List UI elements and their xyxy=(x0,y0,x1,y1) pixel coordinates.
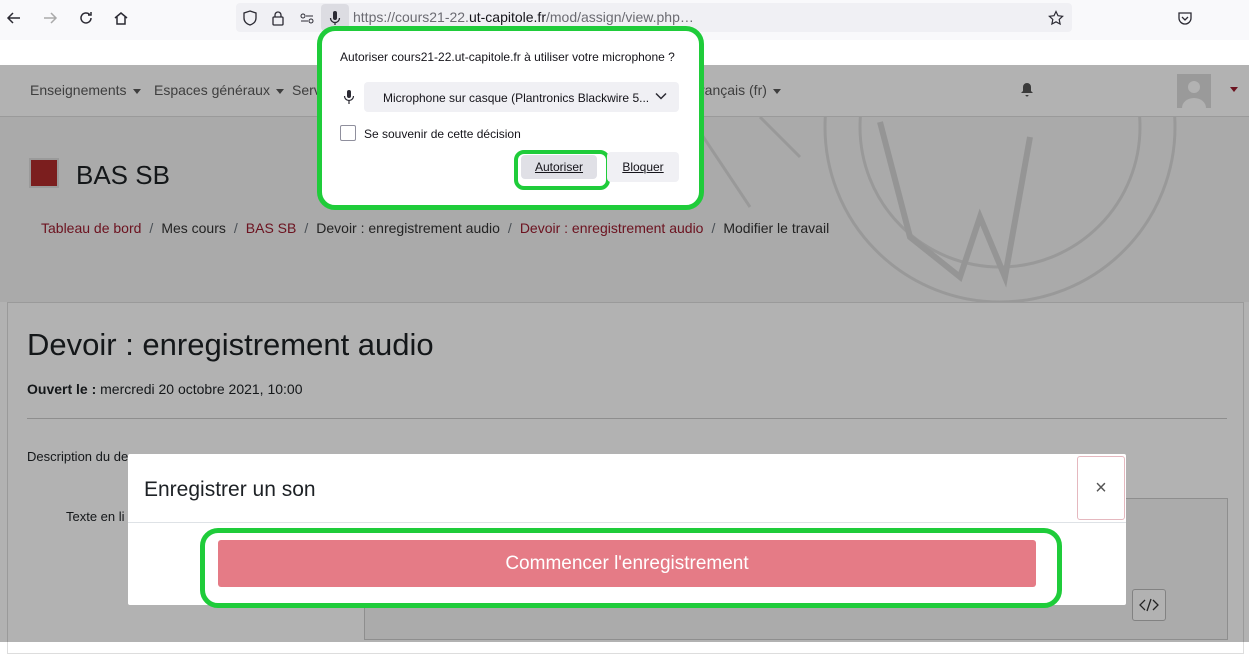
home-icon[interactable] xyxy=(109,6,133,30)
remember-label: Se souvenir de cette décision xyxy=(364,127,521,141)
permission-question: Autoriser cours21-22.ut-capitole.fr à ut… xyxy=(340,50,675,64)
modal-divider xyxy=(128,522,1126,523)
forward-arrow-icon[interactable] xyxy=(38,6,62,30)
reload-icon[interactable] xyxy=(74,6,98,30)
shield-icon[interactable] xyxy=(238,6,262,30)
lock-icon[interactable] xyxy=(266,6,290,30)
highlight-ring-record xyxy=(200,528,1062,608)
remember-checkbox[interactable] xyxy=(340,125,356,141)
modal-title: Enregistrer un son xyxy=(144,478,316,501)
pocket-icon[interactable] xyxy=(1173,6,1197,30)
device-name: Microphone sur casque (Plantronics Black… xyxy=(383,91,650,105)
chevron-down-icon xyxy=(655,89,667,107)
url-text: https://cours21-22.ut-capitole.fr/mod/as… xyxy=(353,9,694,25)
permissions-icon[interactable] xyxy=(295,6,319,30)
back-arrow-icon[interactable] xyxy=(2,6,26,30)
block-button[interactable]: Bloquer xyxy=(607,152,679,182)
allow-button[interactable]: Autoriser xyxy=(521,155,597,179)
close-button[interactable]: × xyxy=(1077,456,1125,520)
microphone-icon xyxy=(343,89,355,110)
bookmark-star-icon[interactable] xyxy=(1044,6,1068,30)
close-icon: × xyxy=(1095,476,1107,499)
